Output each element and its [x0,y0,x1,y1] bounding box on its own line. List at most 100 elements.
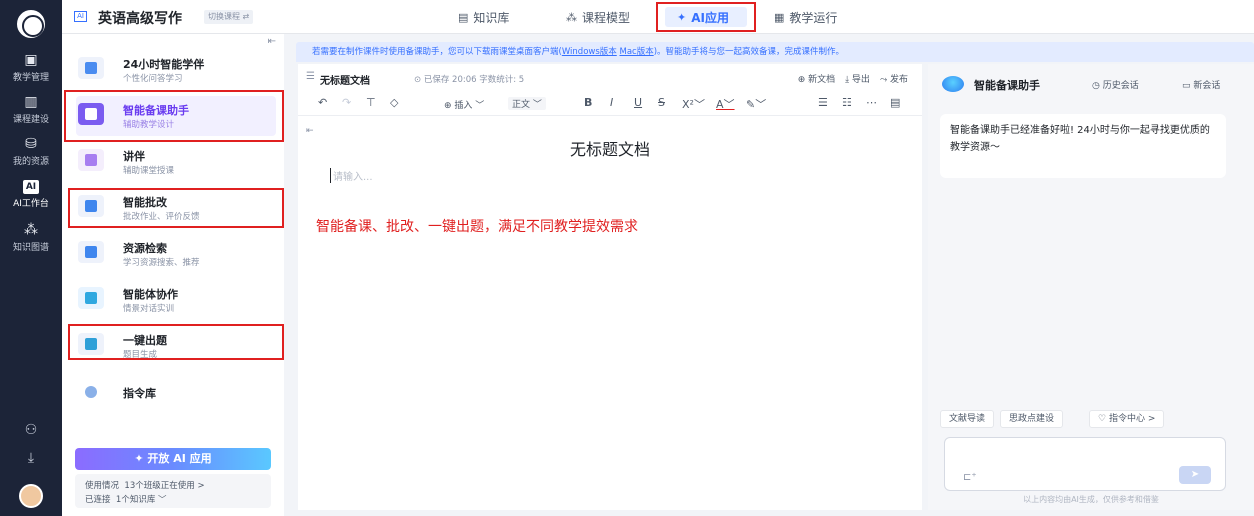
app-item-agent-collab[interactable]: 智能体协作情景对话实训 [76,280,276,320]
bullet-list-icon[interactable]: ☰ [818,96,828,109]
assistant-message: 智能备课助手已经准备好啦! 24小时与你一起寻找更优质的教学资源～ [940,114,1226,178]
prompt-library-icon [78,381,104,403]
highlight-box [656,2,756,32]
attach-icon[interactable]: ⊏⁺ [963,472,977,483]
rail-item-resource[interactable]: ⛁ 我的资源 [0,136,62,167]
table-icon[interactable]: ▤ [890,96,900,109]
save-status: ⊙ 已保存 20:06 字数统计: 5 [414,75,525,85]
open-ai-app-button[interactable]: ✦ 开放 AI 应用 [75,448,271,470]
document-body-input[interactable]: 请输入... [330,168,373,183]
underline-icon[interactable]: U [634,96,642,109]
redo-icon[interactable]: ↷ [342,96,351,109]
rail-label: AI工作台 [13,199,49,209]
mac-download-link[interactable]: Mac版本 [619,47,653,57]
resource-icon: ⛁ [25,136,37,152]
export-button[interactable]: ⤓ 导出 [845,72,870,85]
highlight-box [68,324,284,360]
notice-text: )。智能助手将与您一起高效备课，完成课件制作。 [653,47,845,57]
font-color-icon[interactable]: A﹀ [716,96,735,112]
download-icon[interactable]: ⤓ [22,450,40,466]
highlight-box [68,188,284,228]
nav-course-model[interactable]: ⁂ 课程模型 [566,8,630,26]
new-chat-button[interactable]: ▭ 新会话 [1182,78,1220,91]
numbered-list-icon[interactable]: ☷ [842,96,852,109]
app-item-lecture[interactable]: 讲伴 辅助课堂授课 [76,142,276,182]
app-item-study-buddy[interactable]: 24小时智能学伴 个性化问答学习 [76,50,276,90]
assistant-panel: 智能备课助手 ◷ 历史会话 ▭ 新会话 智能备课助手已经准备好啦! 24小时与你… [928,64,1254,510]
history-button[interactable]: ◷ 历史会话 [1092,78,1139,91]
highlight-box [64,90,284,142]
course-model-icon: ⁂ [566,10,577,24]
top-bar: AI 英语高级写作 切换课程 ⇄ ▤ 知识库 ⁂ 课程模型 ✦ AI应用 ▦ 教学运行 [62,0,1254,34]
rail-item-knowledge-graph[interactable]: ⁂ 知识图谱 [0,222,62,253]
course-title: 英语高级写作 [98,11,182,27]
usage-row[interactable]: 使用情况 13个班级正在使用 > [85,479,205,491]
grid-icon: ▦ [774,10,785,24]
prompt-chips: 文献导读 思政点建设 ♡ 指令中心 > [940,410,1240,430]
app-subtitle: 学习资源搜索、推荐 [123,258,200,268]
rail-item-ai[interactable]: AI AI工作台 [0,180,62,209]
switch-course-button[interactable]: 切换课程 ⇄ [204,10,254,24]
app-item-resource-search[interactable]: 资源检索 学习资源搜索、推荐 [76,234,276,274]
send-button[interactable]: ➤ [1179,466,1211,484]
document-actions: ⊕ 新文档 ⤓ 导出 ⤳ 发布 [798,72,908,85]
rail-label: 教学管理 [12,73,49,83]
format-painter-icon[interactable]: ⊤ [366,96,376,109]
download-notice: 若需要在制作课件时使用备课助手，您可以下载雨课堂桌面客户端(Windows版本 … [296,42,1254,62]
bot-avatar-icon [942,76,964,92]
publish-button[interactable]: ⤳ 发布 [880,72,908,85]
course-ai-icon: AI [74,11,87,22]
user-switch-icon[interactable]: ⚇ [22,422,40,438]
superscript-icon[interactable]: X²﹀ [682,96,705,112]
windows-download-link[interactable]: Windows版本 [562,47,617,57]
document-title[interactable]: 无标题文档 [298,136,922,160]
menu-icon[interactable]: ☰ [306,71,315,82]
connected-row[interactable]: 已连接 1个知识库 ﹀ [85,493,167,505]
lecture-icon [78,149,104,171]
avatar[interactable] [19,484,43,508]
university-logo-icon[interactable] [15,8,47,40]
insert-button[interactable]: ⊕ 插入 ﹀ [444,98,484,111]
chip-ideology[interactable]: 思政点建设 [1000,410,1064,428]
undo-icon[interactable]: ↶ [318,96,327,109]
rail-item-course[interactable]: ▥ 课程建设 [0,94,62,125]
nav-label: 知识库 [473,10,510,25]
usage-panel: 使用情况 13个班级正在使用 > 已连接 1个知识库 ﹀ [75,474,271,508]
app-title: 智能体协作 [123,288,178,301]
agent-icon [78,287,104,309]
collapse-icon[interactable]: ⇤ [268,36,276,47]
strikethrough-icon[interactable]: S [658,96,665,109]
italic-icon[interactable]: I [610,96,613,109]
bold-icon[interactable]: B [584,96,592,109]
rail-item-teaching[interactable]: ▣ 教学管理 [0,52,62,83]
chip-literature[interactable]: 文献导读 [940,410,995,428]
nav-knowledge-base[interactable]: ▤ 知识库 [458,8,509,26]
highlight-icon[interactable]: ✎﹀ [746,96,766,112]
app-subtitle: 情景对话实训 [123,304,175,314]
nav-teaching-ops[interactable]: ▦ 教学运行 [774,8,837,26]
usage-value: 13个班级正在使用 > [124,481,205,491]
eraser-icon[interactable]: ◇ [390,96,398,109]
chip-prompt-center[interactable]: ♡ 指令中心 > [1089,410,1165,428]
rail-label: 知识图谱 [12,243,49,253]
document-header: ☰ 无标题文档 ⊙ 已保存 20:06 字数统计: 5 ⊕ 新文档 ⤓ 导出 ⤳… [298,64,922,90]
nav-label: 课程模型 [582,10,631,25]
document-editor: ☰ 无标题文档 ⊙ 已保存 20:06 字数统计: 5 ⊕ 新文档 ⤓ 导出 ⤳… [298,64,922,510]
paragraph-style-select[interactable]: 正文 ﹀ [508,97,546,110]
notice-text: 若需要在制作课件时使用备课助手，您可以下载雨课堂桌面客户端( [312,47,562,57]
ai-icon: AI [23,180,39,194]
more-icon[interactable]: ⋯ [866,96,877,109]
chat-input[interactable]: ⊏⁺ ➤ [944,437,1226,491]
assistant-name: 智能备课助手 [974,79,1040,92]
document-name[interactable]: 无标题文档 [320,72,370,87]
rail-label: 课程建设 [12,115,49,125]
app-item-prompt-library[interactable]: 指令库 [76,374,276,414]
teaching-icon: ▣ [24,52,38,68]
assistant-header: 智能备课助手 ◷ 历史会话 ▭ 新会话 [928,64,1254,104]
knowledge-graph-icon: ⁂ [24,222,38,238]
knowledge-base-icon: ▤ [458,10,469,24]
outline-toggle-icon[interactable]: ⇤ [306,126,314,136]
new-doc-button[interactable]: ⊕ 新文档 [798,72,835,85]
nav-label: 教学运行 [789,10,838,25]
connected-label: 已连接 [85,495,111,505]
